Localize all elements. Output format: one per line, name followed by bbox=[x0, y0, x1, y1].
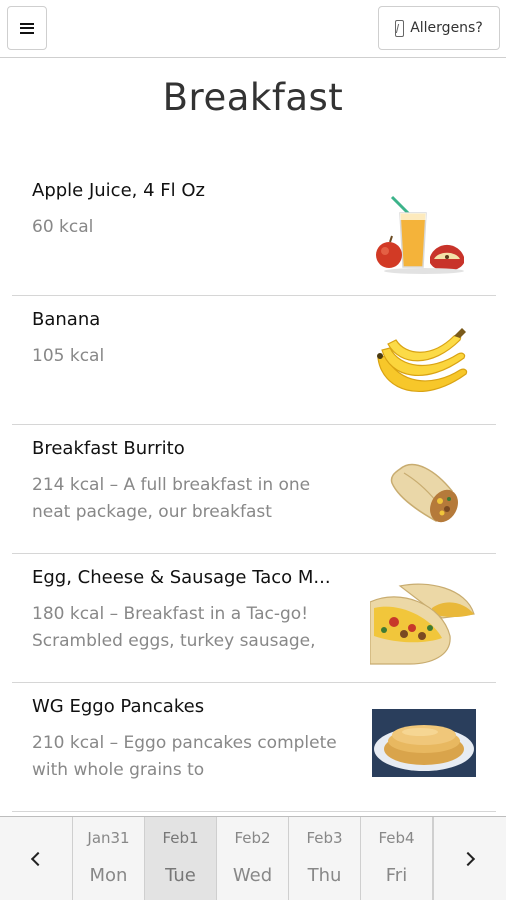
allergens-button[interactable]: Allergens? bbox=[378, 6, 500, 50]
item-description: 105 kcal bbox=[32, 346, 105, 366]
menu-list: Apple Juice, 4 Fl Oz 60 kcal Banana 105 … bbox=[12, 167, 496, 812]
allergen-icon bbox=[395, 19, 405, 37]
weekday-label: Thu bbox=[307, 865, 342, 886]
date-tab-feb4[interactable]: Feb4 Fri bbox=[361, 817, 433, 900]
next-day-button[interactable] bbox=[433, 817, 506, 900]
item-name: Banana bbox=[32, 309, 101, 330]
item-description: 180 kcal – Breakfast in a Tac-go! Scramb… bbox=[32, 604, 316, 651]
list-item-wg-eggo-pancakes[interactable]: WG Eggo Pancakes 210 kcal – Eggo pancake… bbox=[12, 683, 496, 812]
list-item-apple-juice[interactable]: Apple Juice, 4 Fl Oz 60 kcal bbox=[12, 167, 496, 296]
item-name: Breakfast Burrito bbox=[32, 438, 185, 459]
weekday-label: Fri bbox=[385, 865, 408, 886]
date-label: Feb3 bbox=[306, 829, 343, 847]
item-description: 214 kcal – A full breakfast in one neat … bbox=[32, 475, 311, 522]
list-item-banana[interactable]: Banana 105 kcal bbox=[12, 296, 496, 425]
previous-day-button[interactable] bbox=[0, 817, 73, 900]
hamburger-icon bbox=[20, 22, 34, 34]
top-bar: Allergens? bbox=[0, 0, 506, 58]
weekday-label: Wed bbox=[232, 865, 273, 886]
item-description: 210 kcal – Eggo pancakes complete with w… bbox=[32, 733, 337, 780]
chevron-left-icon bbox=[30, 851, 46, 866]
allergens-label: Allergens? bbox=[410, 20, 483, 36]
date-tab-feb1[interactable]: Feb1 Tue bbox=[145, 817, 217, 900]
weekday-label: Mon bbox=[89, 865, 128, 886]
burrito-image bbox=[390, 463, 458, 523]
date-label: Feb2 bbox=[234, 829, 271, 847]
weekday-label: Tue bbox=[165, 865, 196, 886]
date-selector: Jan31 Mon Feb1 Tue Feb2 Wed Feb3 Thu Feb… bbox=[0, 816, 506, 900]
item-name: Egg, Cheese & Sausage Taco M... bbox=[32, 567, 331, 588]
taco-image bbox=[370, 583, 475, 665]
date-label: Jan31 bbox=[87, 829, 130, 847]
date-label: Feb4 bbox=[378, 829, 415, 847]
banana-image bbox=[377, 328, 468, 392]
date-tab-jan31[interactable]: Jan31 Mon bbox=[73, 817, 145, 900]
list-item-egg-cheese-sausage-taco[interactable]: Egg, Cheese & Sausage Taco M... 180 kcal… bbox=[12, 554, 496, 683]
menu-button[interactable] bbox=[7, 6, 47, 50]
chevron-right-icon bbox=[460, 851, 476, 866]
item-name: WG Eggo Pancakes bbox=[32, 696, 205, 717]
date-label: Feb1 bbox=[162, 829, 199, 847]
page-title: Breakfast bbox=[162, 76, 344, 119]
apple-juice-image bbox=[376, 195, 464, 274]
item-name: Apple Juice, 4 Fl Oz bbox=[32, 180, 205, 201]
list-item-breakfast-burrito[interactable]: Breakfast Burrito 214 kcal – A full brea… bbox=[12, 425, 496, 554]
date-tab-feb2[interactable]: Feb2 Wed bbox=[217, 817, 289, 900]
item-description: 60 kcal bbox=[32, 217, 94, 237]
date-tab-feb3[interactable]: Feb3 Thu bbox=[289, 817, 361, 900]
pancakes-image bbox=[372, 709, 476, 777]
